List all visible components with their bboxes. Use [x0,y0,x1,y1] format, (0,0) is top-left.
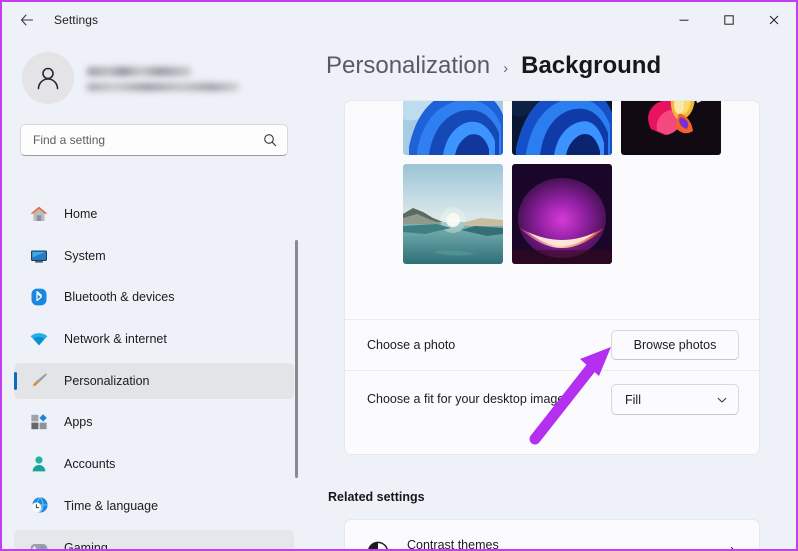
sidebar: Home System [2,38,308,549]
contrast-themes-text: Contrast themes Color themes for low vis… [407,538,616,549]
sidebar-scrollbar[interactable] [295,240,298,478]
home-icon [28,203,50,225]
desktop-fit-dropdown[interactable]: Fill [611,384,739,415]
sidebar-item-home[interactable]: Home [14,196,294,232]
related-settings-heading: Related settings [328,490,425,504]
related-setting-contrast-themes[interactable]: Contrast themes Color themes for low vis… [344,519,760,549]
sidebar-item-label: Gaming [64,540,108,551]
chevron-right-icon: › [503,60,509,77]
sidebar-item-label: Accounts [64,457,116,472]
wallpaper-thumbnail-grid [403,101,733,264]
breadcrumb: Personalization › Background [308,38,796,80]
network-icon [28,328,50,350]
minimize-button[interactable] [661,2,706,38]
main-panel: Personalization › Background Choose a ph… [308,38,796,549]
account-text [87,65,239,91]
title-bar: Settings [2,2,796,38]
app-title: Settings [54,13,99,27]
person-avatar-icon [37,67,59,90]
accounts-icon [28,453,50,475]
back-arrow-icon [20,14,34,26]
background-settings-card: Choose a photo Browse photos Choose a fi… [344,100,760,455]
dropdown-value: Fill [625,392,641,407]
sidebar-item-system[interactable]: System [14,238,294,274]
sidebar-item-personalization[interactable]: Personalization [14,362,294,399]
apps-icon [28,411,50,433]
sidebar-item-apps[interactable]: Apps [14,404,294,440]
sidebar-item-bluetooth-devices[interactable]: Bluetooth & devices [14,279,294,315]
close-icon [769,15,778,25]
page-title: Background [521,52,662,79]
sidebar-item-accounts[interactable]: Accounts [14,446,294,482]
search-icon [263,133,277,147]
maximize-button[interactable] [706,2,751,38]
contrast-themes-title: Contrast themes [407,538,499,549]
minimize-icon [679,19,688,21]
close-button[interactable] [751,2,796,38]
sidebar-nav: Home System Bluetooth & devices Network … [2,196,308,549]
window-controls [661,2,796,38]
wallpaper-thumb-coastal-sunset[interactable] [403,164,503,264]
avatar [22,52,74,104]
browse-photos-button[interactable]: Browse photos [611,330,739,360]
wallpaper-thumb-windows-bloom-light[interactable] [403,101,503,155]
row-choose-a-photo: Choose a photo Browse photos [345,319,759,370]
back-button[interactable] [10,5,44,35]
sidebar-item-gaming[interactable]: Gaming [14,529,294,551]
sidebar-item-label: System [64,248,106,263]
wallpaper-thumb-purple-glow-arc[interactable] [512,164,612,264]
row-label: Choose a fit for your desktop image [367,392,565,406]
contrast-themes-icon [365,539,391,549]
breadcrumb-parent[interactable]: Personalization [326,52,490,80]
chevron-right-icon [726,545,741,549]
search-input[interactable] [33,133,263,147]
sidebar-item-label: Home [64,207,98,221]
account-email-redacted [87,83,239,91]
account-profile[interactable] [2,38,308,104]
sidebar-item-label: Apps [64,415,93,430]
sidebar-item-label: Personalization [64,373,150,388]
personalization-icon [28,370,50,392]
maximize-icon [723,15,734,25]
account-name-redacted [87,67,191,76]
sidebar-item-label: Bluetooth & devices [64,290,175,305]
wallpaper-thumb-windows-bloom-dark[interactable] [512,101,612,155]
search-box[interactable] [20,124,288,156]
row-label: Choose a photo [367,337,456,352]
wallpaper-thumb-abstract-flower-dark[interactable] [621,101,721,155]
bluetooth-icon [28,286,50,308]
gaming-icon [28,537,50,549]
time-language-icon [28,495,50,517]
system-icon [28,245,50,267]
row-choose-a-fit: Choose a fit for your desktop image Fill [345,370,759,428]
sidebar-item-network-internet[interactable]: Network & internet [14,321,294,357]
sidebar-item-time-language[interactable]: Time & language [14,488,294,524]
sidebar-item-label: Network & internet [64,332,167,347]
sidebar-item-label: Time & language [64,498,159,513]
settings-window: Settings Find a setting Home System Blue… [0,0,798,551]
chevron-down-icon [716,394,728,406]
